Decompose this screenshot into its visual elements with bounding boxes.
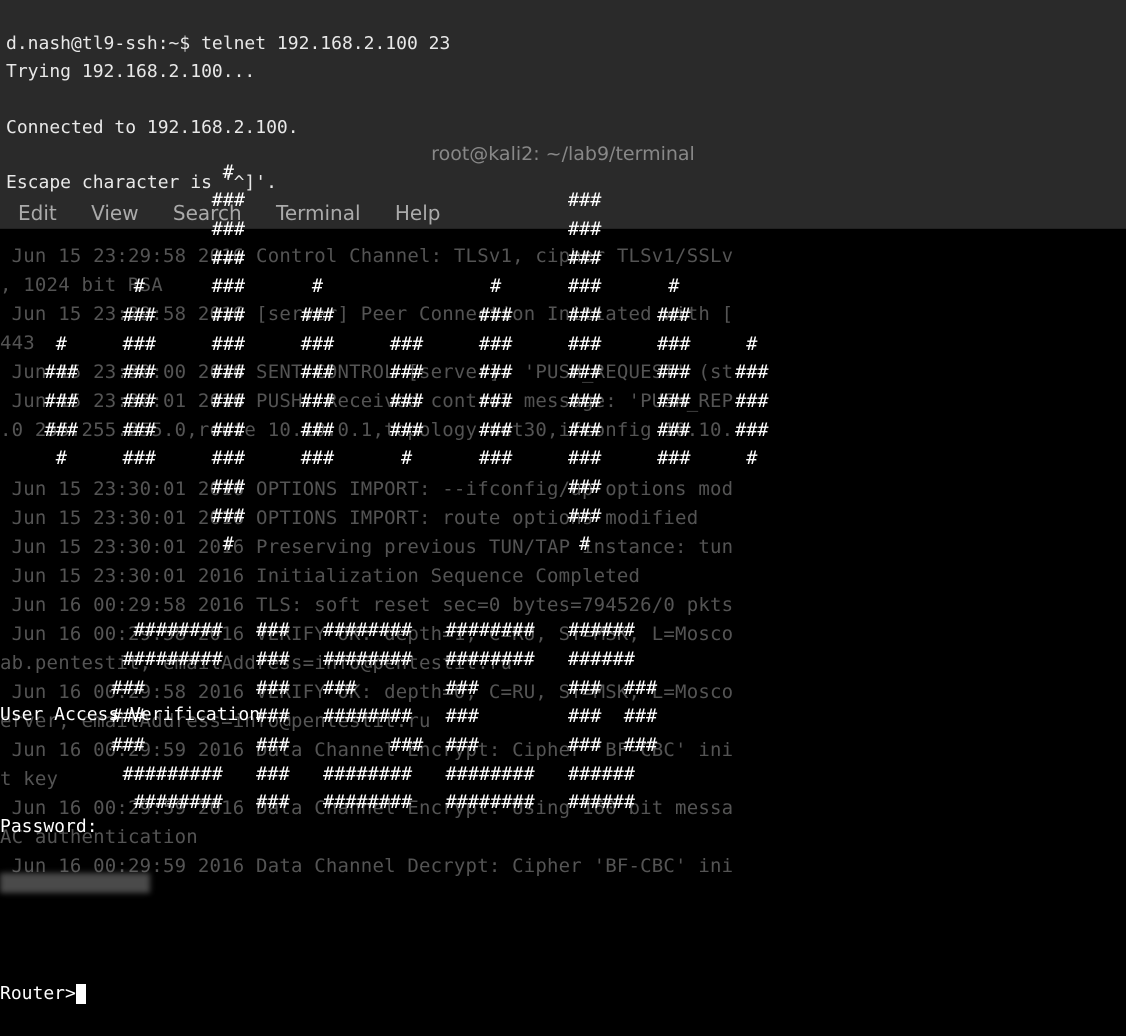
router-prompt: Router>: [0, 983, 76, 1004]
output-line: Trying 192.168.2.100...: [6, 58, 1120, 86]
user-access-verification-label: User Access Verification: [0, 701, 1126, 729]
shell-prompt: d.nash@tl9-ssh:~$: [6, 33, 201, 54]
session-area[interactable]: User Access Verification Password: Route…: [0, 673, 1126, 1036]
cursor[interactable]: [76, 984, 86, 1004]
password-label: Password:: [0, 816, 98, 837]
password-input-masked[interactable]: [0, 873, 150, 893]
command-text: telnet 192.168.2.100 23: [201, 33, 450, 54]
